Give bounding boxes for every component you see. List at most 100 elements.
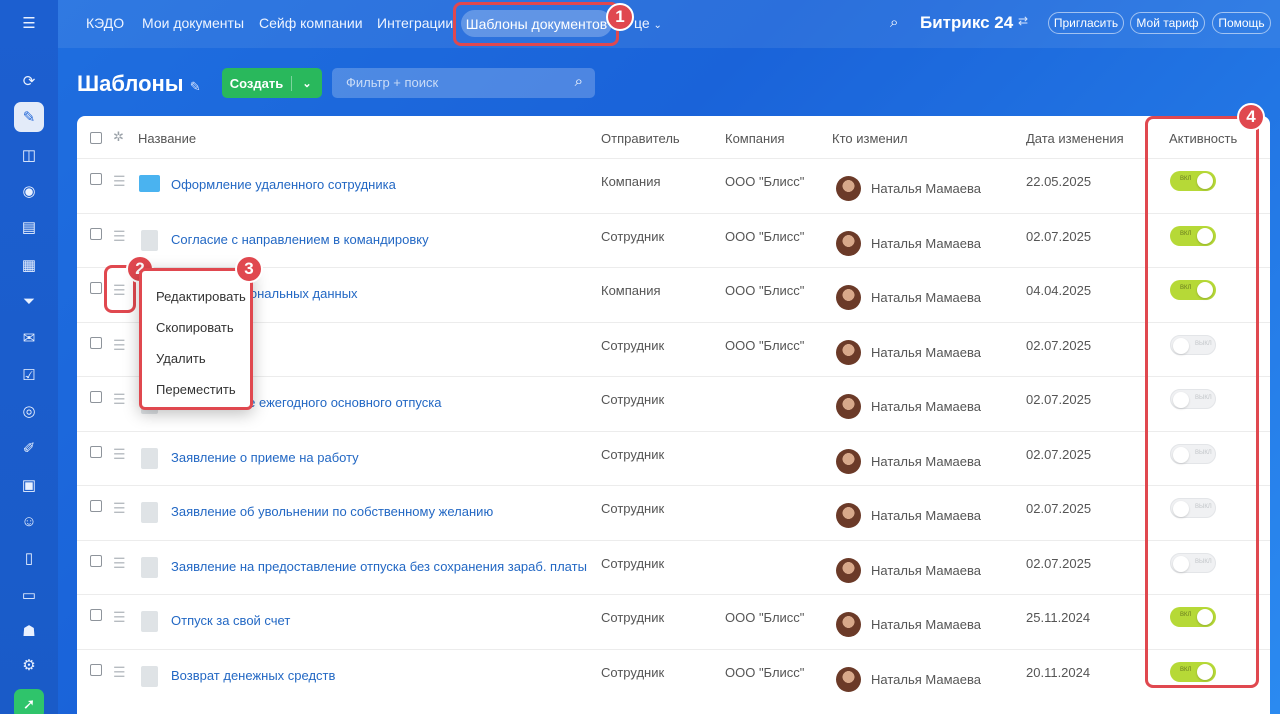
drag-handle-icon[interactable]: ☰ bbox=[113, 665, 126, 679]
drag-handle-icon[interactable]: ☰ bbox=[113, 392, 126, 406]
avatar[interactable] bbox=[836, 612, 861, 637]
table-row[interactable]: ☰ Заявление о приеме на работу Сотрудник… bbox=[77, 430, 1270, 485]
template-name-link[interactable]: Возврат денежных средств bbox=[171, 668, 335, 683]
template-name-link[interactable]: Заявление об увольнении по собственному … bbox=[171, 504, 493, 519]
avatar[interactable] bbox=[836, 230, 861, 256]
select-all-checkbox[interactable] bbox=[90, 132, 102, 144]
template-name-link[interactable]: Оформление удаленного сотрудника bbox=[171, 177, 396, 192]
editor-cell[interactable]: Наталья Мамаева bbox=[871, 672, 981, 687]
drag-handle-icon[interactable]: ☰ bbox=[113, 556, 126, 570]
pen-icon[interactable]: ✐ bbox=[14, 433, 44, 463]
template-name-link[interactable]: Согласие с направлением в командировку bbox=[171, 232, 429, 247]
editor-cell[interactable]: Наталья Мамаева bbox=[871, 181, 981, 196]
table-row[interactable]: ☰ Отпуск за свой счет Сотрудник ООО "Бли… bbox=[77, 594, 1270, 648]
editor-cell[interactable]: Наталья Мамаева bbox=[871, 290, 981, 305]
search-icon[interactable]: ⌕ bbox=[575, 73, 583, 90]
pin-icon[interactable]: ✎ bbox=[190, 79, 201, 94]
editor-cell[interactable]: Наталья Мамаева bbox=[871, 345, 981, 360]
avatar[interactable] bbox=[836, 339, 861, 365]
tasks-icon[interactable]: ◉ bbox=[14, 176, 44, 206]
chat-icon[interactable]: ◫ bbox=[14, 140, 44, 170]
table-row[interactable]: ☰ мандировку Сотрудник ООО "Блисс" Натал… bbox=[77, 321, 1270, 376]
row-checkbox[interactable] bbox=[90, 282, 102, 294]
row-checkbox[interactable] bbox=[90, 445, 102, 458]
avatar[interactable] bbox=[836, 557, 861, 583]
header-date[interactable]: Дата изменения bbox=[1026, 131, 1124, 146]
funnel-icon[interactable]: ⏷ bbox=[14, 286, 44, 316]
drag-handle-icon[interactable]: ☰ bbox=[113, 501, 126, 515]
create-button[interactable]: Создать ⌄ bbox=[222, 68, 322, 98]
menu-item-copy[interactable]: Скопировать bbox=[142, 312, 250, 343]
drive-icon[interactable]: ▭ bbox=[14, 580, 44, 610]
drag-handle-icon[interactable]: ☰ bbox=[113, 174, 126, 188]
nav-item-more[interactable]: це ⌄ bbox=[634, 15, 662, 31]
row-checkbox[interactable] bbox=[90, 554, 102, 567]
search-icon[interactable]: ⌕ bbox=[890, 14, 898, 31]
menu-item-delete[interactable]: Удалить bbox=[142, 343, 250, 374]
row-checkbox[interactable] bbox=[90, 227, 102, 240]
avatar[interactable] bbox=[836, 285, 861, 310]
drag-handle-icon[interactable]: ☰ bbox=[113, 338, 126, 352]
calendar-icon[interactable]: ▦ bbox=[14, 250, 44, 280]
nav-item-my-documents[interactable]: Мои документы bbox=[142, 15, 244, 31]
drag-handle-icon[interactable]: ☰ bbox=[113, 447, 126, 461]
row-checkbox[interactable] bbox=[90, 173, 102, 185]
users-icon[interactable]: ☺ bbox=[14, 506, 44, 536]
menu-item-move[interactable]: Переместить bbox=[142, 374, 250, 405]
invite-button[interactable]: Пригласить bbox=[1048, 12, 1124, 34]
table-row[interactable]: ☰ Оформление удаленного сотрудника Компа… bbox=[77, 158, 1270, 212]
pulse-icon[interactable]: ⟳ bbox=[14, 66, 44, 96]
header-editor[interactable]: Кто изменил bbox=[832, 131, 908, 146]
chevron-down-icon[interactable]: ⌄ bbox=[292, 77, 322, 90]
gear-icon[interactable]: ⚙ bbox=[14, 650, 44, 680]
drag-handle-icon[interactable]: ☰ bbox=[113, 229, 126, 243]
search-input[interactable]: Фильтр + поиск ⌕ bbox=[332, 68, 595, 98]
template-name-link[interactable]: Заявление на предоставление отпуска без … bbox=[171, 559, 587, 574]
folder-icon bbox=[139, 175, 160, 192]
avatar[interactable] bbox=[836, 394, 861, 419]
help-button[interactable]: Помощь bbox=[1212, 12, 1271, 34]
table-row[interactable]: ☰ Заявление на предоставление отпуска бе… bbox=[77, 539, 1270, 594]
settings-switch-icon[interactable]: ⇄ bbox=[1018, 14, 1028, 28]
avatar[interactable] bbox=[836, 503, 861, 528]
avatar[interactable] bbox=[836, 448, 861, 474]
avatar[interactable] bbox=[836, 666, 861, 692]
menu-item-edit[interactable]: Редактировать bbox=[142, 281, 250, 312]
row-checkbox[interactable] bbox=[90, 336, 102, 349]
nav-item-kedo[interactable]: КЭДО bbox=[86, 15, 124, 31]
nav-item-company-safe[interactable]: Сейф компании bbox=[259, 15, 363, 31]
editor-cell[interactable]: Наталья Мамаева bbox=[871, 236, 981, 251]
file-icon[interactable]: ▯ bbox=[14, 543, 44, 573]
editor-cell[interactable]: Наталья Мамаева bbox=[871, 399, 981, 414]
drag-handle-icon[interactable]: ☰ bbox=[113, 610, 126, 624]
avatar[interactable] bbox=[836, 176, 861, 201]
template-name-link[interactable]: Отпуск за свой счет bbox=[171, 613, 290, 628]
editor-cell[interactable]: Наталья Мамаева bbox=[871, 454, 981, 469]
table-row[interactable]: ☰ Возврат денежных средств Сотрудник ООО… bbox=[77, 648, 1270, 703]
header-company[interactable]: Компания bbox=[725, 131, 785, 146]
row-checkbox[interactable] bbox=[90, 609, 102, 621]
editor-cell[interactable]: Наталья Мамаева bbox=[871, 617, 981, 632]
row-checkbox[interactable] bbox=[90, 500, 102, 512]
checkbox-icon[interactable]: ☑ bbox=[14, 360, 44, 390]
target-icon[interactable]: ◎ bbox=[14, 396, 44, 426]
table-row[interactable]: ☰ едоставление ежегодного основного отпу… bbox=[77, 376, 1270, 430]
editor-cell[interactable]: Наталья Мамаева bbox=[871, 563, 981, 578]
bot-icon[interactable]: ☗ bbox=[14, 616, 44, 646]
rocket-icon[interactable]: ➚ bbox=[14, 689, 44, 714]
document-edit-icon[interactable]: ✎ bbox=[14, 102, 44, 132]
header-name[interactable]: Название bbox=[138, 131, 196, 146]
row-checkbox[interactable] bbox=[90, 663, 102, 676]
editor-cell[interactable]: Наталья Мамаева bbox=[871, 508, 981, 523]
menu-icon[interactable]: ☰ bbox=[14, 8, 44, 38]
list-icon[interactable]: ▤ bbox=[14, 212, 44, 242]
mail-icon[interactable]: ✉ bbox=[14, 323, 44, 353]
row-checkbox[interactable] bbox=[90, 391, 102, 403]
id-card-icon[interactable]: ▣ bbox=[14, 470, 44, 500]
nav-item-integrations[interactable]: Интеграции bbox=[377, 15, 453, 31]
my-plan-button[interactable]: Мой тариф bbox=[1130, 12, 1205, 34]
template-name-link[interactable]: Заявление о приеме на работу bbox=[171, 450, 359, 465]
gear-icon[interactable]: ✲ bbox=[113, 129, 124, 145]
header-sender[interactable]: Отправитель bbox=[601, 131, 680, 146]
table-row[interactable]: ☰ Заявление об увольнении по собственном… bbox=[77, 485, 1270, 539]
